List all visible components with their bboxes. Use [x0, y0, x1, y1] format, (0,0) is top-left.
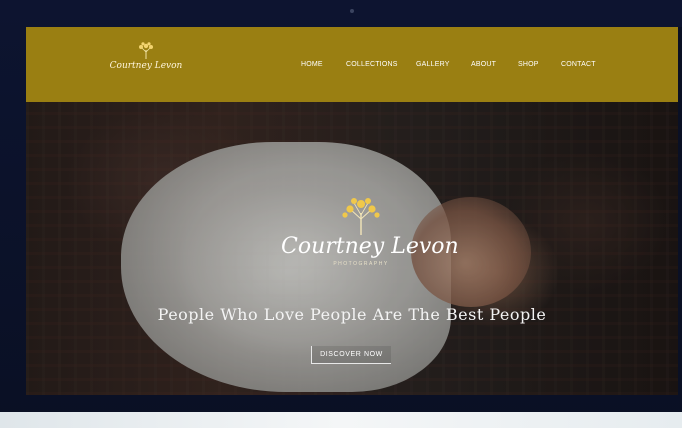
- desk-surface: [0, 412, 682, 428]
- logo-text: Courtney Levon: [109, 61, 183, 71]
- tree-icon: [342, 198, 380, 235]
- discover-now-button[interactable]: DISCOVER NOW: [311, 346, 391, 364]
- nav-item-contact[interactable]: CONTACT: [561, 61, 596, 68]
- hero-tagline: People Who Love People Are The Best Peop…: [157, 305, 547, 324]
- nav-item-gallery[interactable]: GALLERY: [416, 61, 450, 68]
- tree-icon: [139, 42, 153, 59]
- camera-dot: [350, 9, 354, 13]
- website-screen: Courtney Levon HOME COLLECTIONS GALLERY …: [26, 27, 678, 395]
- nav-item-about[interactable]: ABOUT: [471, 61, 496, 68]
- site-logo[interactable]: Courtney Levon: [106, 41, 186, 91]
- hero-logo: Courtney Levon PHOTOGRAPHY: [281, 195, 459, 267]
- hero-title: Courtney Levon: [281, 234, 459, 259]
- hero-subtitle: PHOTOGRAPHY: [333, 261, 389, 267]
- header-navbar: Courtney Levon HOME COLLECTIONS GALLERY …: [26, 27, 678, 102]
- nav-item-home[interactable]: HOME: [301, 61, 323, 68]
- device-bezel-right: [678, 27, 682, 395]
- nav-item-shop[interactable]: SHOP: [518, 61, 539, 68]
- nav-item-collections[interactable]: COLLECTIONS: [346, 61, 398, 68]
- hero-section: Courtney Levon PHOTOGRAPHY People Who Lo…: [26, 102, 678, 395]
